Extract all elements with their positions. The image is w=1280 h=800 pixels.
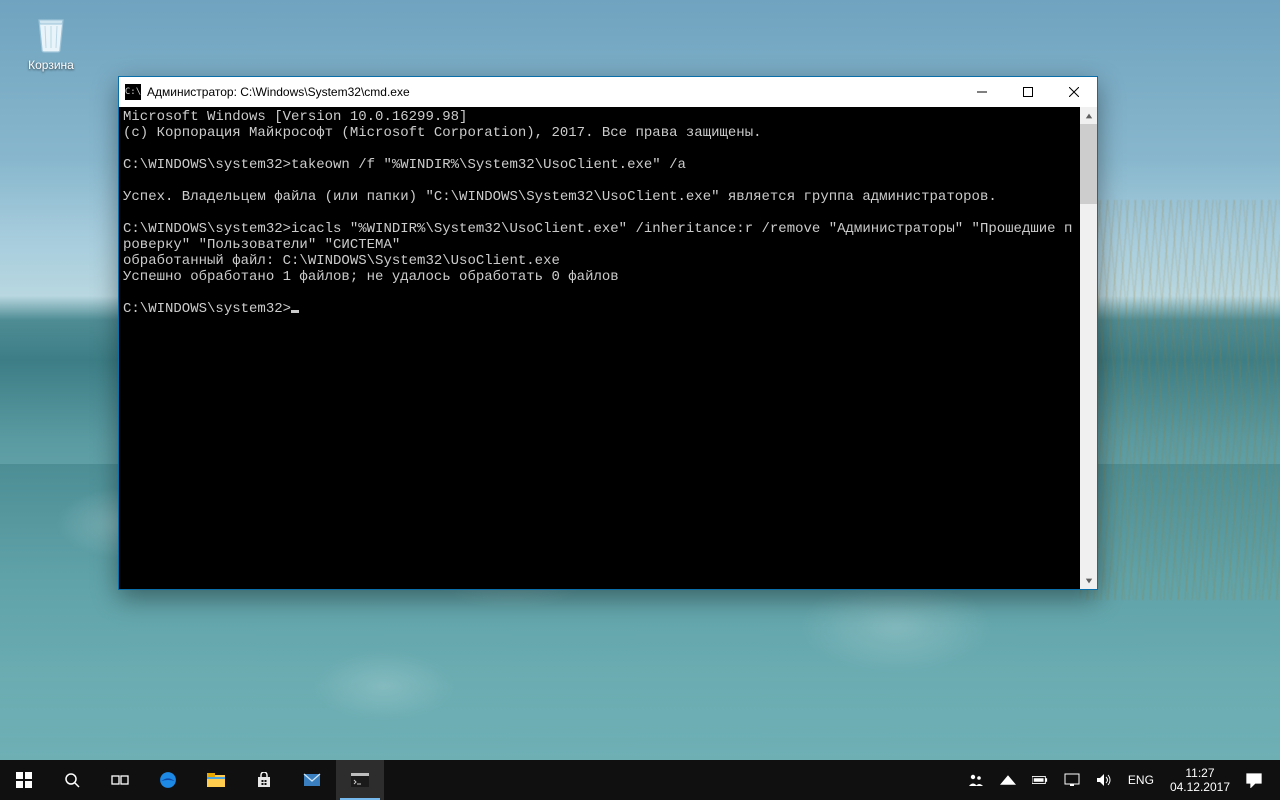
start-button[interactable] <box>0 760 48 800</box>
scrollbar[interactable] <box>1080 107 1097 589</box>
taskbar-app-store[interactable] <box>240 760 288 800</box>
tray-battery-icon[interactable] <box>1024 772 1056 788</box>
window-client: Microsoft Windows [Version 10.0.16299.98… <box>119 107 1097 589</box>
maximize-button[interactable] <box>1005 77 1051 107</box>
titlebar[interactable]: C:\ Администратор: C:\Windows\System32\c… <box>119 77 1097 107</box>
cmd-window[interactable]: C:\ Администратор: C:\Windows\System32\c… <box>118 76 1098 590</box>
close-button[interactable] <box>1051 77 1097 107</box>
taskbar-app-cmd[interactable] <box>336 760 384 800</box>
system-tray: ENG 11:27 04.12.2017 <box>960 760 1280 800</box>
taskbar-app-explorer[interactable] <box>192 760 240 800</box>
tray-date: 04.12.2017 <box>1170 780 1230 794</box>
tray-clock[interactable]: 11:27 04.12.2017 <box>1162 766 1238 794</box>
window-title: Администратор: C:\Windows\System32\cmd.e… <box>147 85 410 99</box>
terminal-output[interactable]: Microsoft Windows [Version 10.0.16299.98… <box>119 107 1080 589</box>
scroll-down-button[interactable] <box>1080 572 1097 589</box>
tray-people-icon[interactable] <box>960 772 992 788</box>
scroll-up-button[interactable] <box>1080 107 1097 124</box>
tray-overflow-icon[interactable] <box>992 772 1024 788</box>
tray-language[interactable]: ENG <box>1120 773 1162 787</box>
desktop-icon-label: Корзина <box>28 58 74 72</box>
wallpaper-reeds <box>1080 200 1280 600</box>
desktop[interactable]: Корзина C:\ Администратор: C:\Windows\Sy… <box>0 0 1280 800</box>
taskbar: ENG 11:27 04.12.2017 <box>0 760 1280 800</box>
tray-network-icon[interactable] <box>1056 772 1088 788</box>
search-button[interactable] <box>48 760 96 800</box>
cmd-icon: C:\ <box>125 84 141 100</box>
task-view-button[interactable] <box>96 760 144 800</box>
desktop-icon-recycle-bin[interactable]: Корзина <box>14 10 88 72</box>
scroll-thumb[interactable] <box>1080 124 1097 204</box>
taskbar-app-mail[interactable] <box>288 760 336 800</box>
tray-time: 11:27 <box>1185 766 1214 780</box>
tray-volume-icon[interactable] <box>1088 772 1120 788</box>
tray-action-center-icon[interactable] <box>1238 772 1270 788</box>
taskbar-app-edge[interactable] <box>144 760 192 800</box>
recycle-bin-icon <box>31 10 71 54</box>
minimize-button[interactable] <box>959 77 1005 107</box>
taskbar-spacer <box>384 760 960 800</box>
